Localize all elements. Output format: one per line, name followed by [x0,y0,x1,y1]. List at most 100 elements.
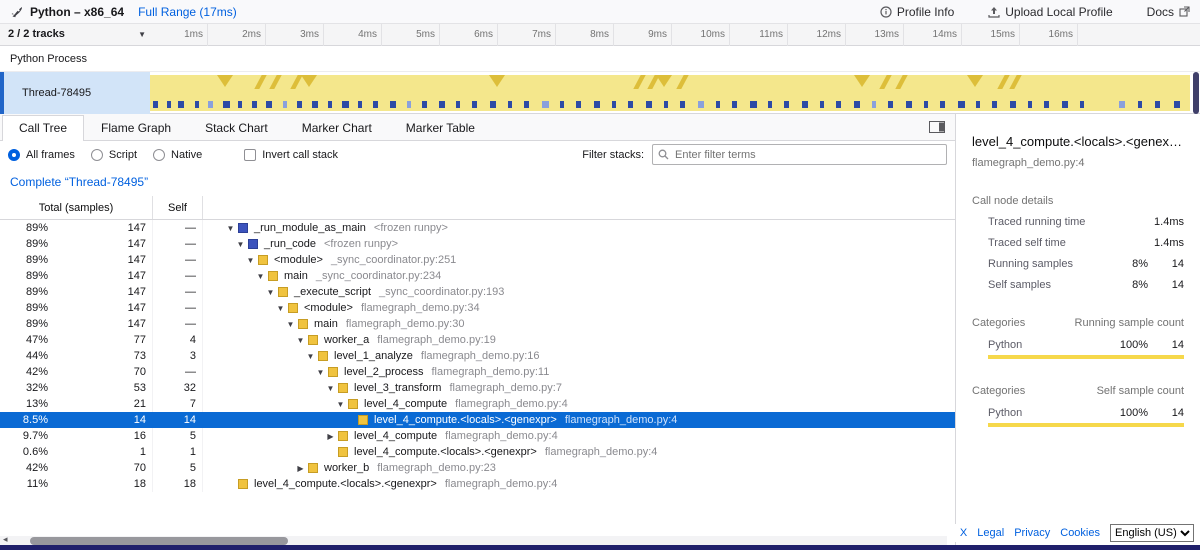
sample-tick [153,101,158,108]
sample-tick [312,101,318,108]
tree-row[interactable]: 89%147—▼mainflamegraph_demo.py:30 [0,316,955,332]
footer-link-cookies[interactable]: Cookies [1060,527,1100,539]
collapse-icon[interactable]: ▼ [255,272,266,281]
collapse-icon[interactable]: ▼ [335,400,346,409]
sample-tick [680,101,685,108]
expand-icon[interactable]: ▶ [295,464,306,473]
marker-slash-icon [997,75,1009,89]
collapse-icon[interactable]: ▼ [275,304,286,313]
total-percent: 89% [0,318,48,330]
footer-link-x[interactable]: X [960,527,967,539]
tree-row[interactable]: 11%1818level_4_compute.<locals>.<genexpr… [0,476,955,492]
tree-row[interactable]: 42%705▶worker_bflamegraph_demo.py:23 [0,460,955,476]
marker-slash-icon [269,75,281,89]
total-cell: 8.5%14 [0,412,153,428]
radio-native[interactable] [153,149,165,161]
self-samples: — [153,316,203,332]
radio-script[interactable] [91,149,103,161]
total-samples: 147 [48,238,152,250]
tracks-dropdown-label: 2 / 2 tracks [8,28,65,40]
process-track[interactable]: Python Process [0,46,1200,72]
thread-track-label[interactable]: Thread-78495 [0,72,150,114]
tab-marker-chart[interactable]: Marker Chart [285,114,389,140]
category-square-icon [318,351,328,361]
radio-all-frames[interactable] [8,149,20,161]
collapse-icon[interactable]: ▼ [235,240,246,249]
profile-info-button[interactable]: Profile Info [880,5,954,19]
breadcrumb-link[interactable]: Complete “Thread-78495” [10,175,148,189]
thread-activity-graph[interactable] [150,72,1190,114]
sample-tick [888,101,893,108]
collapse-icon[interactable]: ▼ [285,320,296,329]
thread-track[interactable]: Thread-78495 [0,72,1200,114]
function-name: _run_code [264,238,316,250]
upload-profile-button[interactable]: Upload Local Profile [988,5,1112,19]
collapse-icon[interactable]: ▼ [325,384,336,393]
tab-marker-table[interactable]: Marker Table [389,114,492,140]
tracks-dropdown[interactable]: 2 / 2 tracks ▼ [8,28,146,40]
horizontal-scrollbar-thumb[interactable] [30,537,288,545]
tree-row[interactable]: 13%217▼level_4_computeflamegraph_demo.py… [0,396,955,412]
radio-label[interactable]: Native [171,149,202,161]
function-name: level_4_compute [354,430,437,442]
tree-row[interactable]: 44%733▼level_1_analyzeflamegraph_demo.py… [0,348,955,364]
filter-stacks-input[interactable] [652,144,947,165]
sample-tick [836,101,841,108]
tree-row[interactable]: 89%147—▼_run_code<frozen runpy> [0,236,955,252]
category-square-icon [328,367,338,377]
collapse-icon[interactable]: ▼ [225,224,236,233]
sample-tick [328,101,332,108]
detail-label: Traced self time [988,237,1154,249]
tree-row[interactable]: 0.6%11level_4_compute.<locals>.<genexpr>… [0,444,955,460]
sample-tick [872,101,876,108]
ruler-tick: 13ms [842,24,904,46]
sample-tick [924,101,928,108]
radio-label[interactable]: All frames [26,149,75,161]
tree-row[interactable]: 89%147—▼main_sync_coordinator.py:234 [0,268,955,284]
invert-checkbox-label[interactable]: Invert call stack [262,149,338,161]
collapse-icon[interactable]: ▼ [295,336,306,345]
collapse-icon[interactable]: ▼ [245,256,256,265]
self-samples: — [153,220,203,236]
tab-stack-chart[interactable]: Stack Chart [188,114,285,140]
collapse-icon[interactable]: ▼ [315,368,326,377]
sidebar-title: level_4_compute.<locals>.<genexpr> [972,134,1184,149]
tab-flame-graph[interactable]: Flame Graph [84,114,188,140]
invert-checkbox[interactable] [244,149,256,161]
call-node-details-header: Call node details [972,195,1184,207]
tree-row[interactable]: 89%147—▼<module>flamegraph_demo.py:34 [0,300,955,316]
total-samples: 14 [48,414,152,426]
vertical-scrollbar-thumb[interactable] [1193,72,1199,114]
sample-tick [992,101,997,108]
expand-icon[interactable]: ▶ [325,432,336,441]
footer-link-privacy[interactable]: Privacy [1014,527,1050,539]
tree-cell: ▼level_3_transformflamegraph_demo.py:7 [203,380,955,396]
tree-cell: ▼_execute_script_sync_coordinator.py:193 [203,284,955,300]
tree-cell: ▼_run_code<frozen runpy> [203,236,955,252]
function-name: <module> [304,302,353,314]
tree-row[interactable]: 89%147—▼<module>_sync_coordinator.py:251 [0,252,955,268]
full-range-link[interactable]: Full Range (17ms) [138,5,237,19]
total-cell: 42%70 [0,460,153,476]
self-samples: 18 [153,476,203,492]
language-select[interactable]: English (US) [1110,524,1194,542]
tree-row[interactable]: 9.7%165▶level_4_computeflamegraph_demo.p… [0,428,955,444]
scroll-left-icon[interactable]: ◂ [3,534,8,545]
collapse-icon[interactable]: ▼ [305,352,316,361]
collapse-icon[interactable]: ▼ [265,288,276,297]
docs-button[interactable]: Docs [1147,5,1190,19]
footer-link-legal[interactable]: Legal [977,527,1004,539]
tab-call-tree[interactable]: Call Tree [2,115,84,141]
sidebar-toggle-button[interactable] [929,121,945,133]
tree-cell: ▼level_4_computeflamegraph_demo.py:4 [203,396,955,412]
tree-row[interactable]: 32%5332▼level_3_transformflamegraph_demo… [0,380,955,396]
function-file: flamegraph_demo.py:4 [545,446,658,458]
tree-row[interactable]: 89%147—▼_run_module_as_main<frozen runpy… [0,220,955,236]
function-file: flamegraph_demo.py:4 [445,478,558,490]
tree-row[interactable]: 42%70—▼level_2_processflamegraph_demo.py… [0,364,955,380]
total-samples: 147 [48,254,152,266]
radio-label[interactable]: Script [109,149,137,161]
tree-row[interactable]: 8.5%1414level_4_compute.<locals>.<genexp… [0,412,955,428]
tree-row[interactable]: 89%147—▼_execute_script_sync_coordinator… [0,284,955,300]
tree-row[interactable]: 47%774▼worker_aflamegraph_demo.py:19 [0,332,955,348]
